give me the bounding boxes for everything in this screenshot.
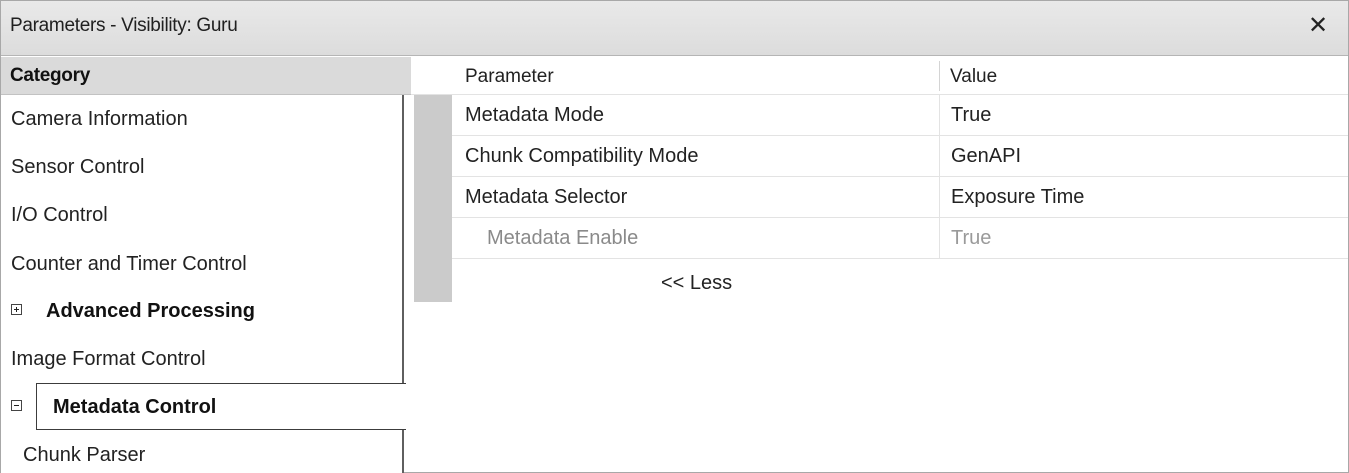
category-item-camera-information[interactable]: Camera Information [1, 95, 402, 143]
parameters-window: Parameters - Visibility: Guru ✕ Category… [0, 0, 1349, 473]
parameter-table-header: Parameter Value [411, 57, 1348, 95]
parameter-value[interactable]: GenAPI [951, 145, 1021, 168]
category-item-io-control[interactable]: I/O Control [1, 191, 402, 239]
title-bar: Parameters - Visibility: Guru ✕ [1, 1, 1348, 56]
category-item-label: Metadata Control [53, 396, 217, 418]
cell-divider [939, 136, 940, 176]
parameter-row[interactable]: Metadata Selector Exposure Time [452, 177, 1348, 218]
category-header-label: Category [10, 65, 90, 86]
parameter-value: True [951, 227, 992, 249]
category-item-label: Counter and Timer Control [11, 253, 247, 275]
category-header: Category [1, 57, 411, 95]
close-icon[interactable]: ✕ [1304, 12, 1332, 40]
cell-divider [939, 95, 940, 135]
window-title: Parameters - Visibility: Guru [10, 15, 238, 36]
category-item-counter-and-timer-control[interactable]: Counter and Timer Control [1, 240, 402, 288]
parameter-name: Metadata Enable [487, 227, 639, 249]
category-list: Camera Information Sensor Control I/O Co… [1, 95, 406, 473]
category-item-label: Image Format Control [11, 348, 206, 370]
minus-box-icon[interactable] [11, 400, 22, 411]
cell-divider [939, 177, 940, 217]
less-link[interactable]: << Less [661, 272, 732, 295]
category-item-label: Advanced Processing [46, 300, 255, 322]
category-item-label: Sensor Control [11, 156, 145, 178]
column-divider[interactable] [939, 61, 940, 91]
category-item-label: Camera Information [11, 108, 188, 130]
category-item-image-format-control[interactable]: Image Format Control [1, 335, 402, 383]
cell-divider [939, 218, 940, 258]
plus-box-icon[interactable] [11, 304, 22, 315]
category-item-label: Chunk Parser [23, 444, 146, 466]
parameter-row[interactable]: Metadata Mode True [452, 95, 1348, 136]
row-header-gutter [414, 95, 452, 302]
category-item-label: I/O Control [11, 204, 108, 226]
column-header-value[interactable]: Value [950, 66, 997, 88]
parameter-name: Chunk Compatibility Mode [465, 145, 699, 167]
parameter-row-disabled: Metadata Enable True [452, 218, 1348, 259]
category-item-sensor-control[interactable]: Sensor Control [1, 143, 402, 191]
parameter-value[interactable]: Exposure Time [951, 186, 1084, 209]
column-header-parameter[interactable]: Parameter [465, 66, 554, 88]
parameter-value[interactable]: True [951, 104, 991, 127]
parameter-row[interactable]: Chunk Compatibility Mode GenAPI [452, 136, 1348, 177]
parameter-name: Metadata Selector [465, 186, 628, 208]
parameter-name: Metadata Mode [465, 104, 604, 126]
category-item-metadata-control[interactable]: Metadata Control [1, 383, 406, 431]
category-item-advanced-processing[interactable]: Advanced Processing [1, 287, 402, 335]
category-item-chunk-parser[interactable]: Chunk Parser [1, 431, 402, 473]
